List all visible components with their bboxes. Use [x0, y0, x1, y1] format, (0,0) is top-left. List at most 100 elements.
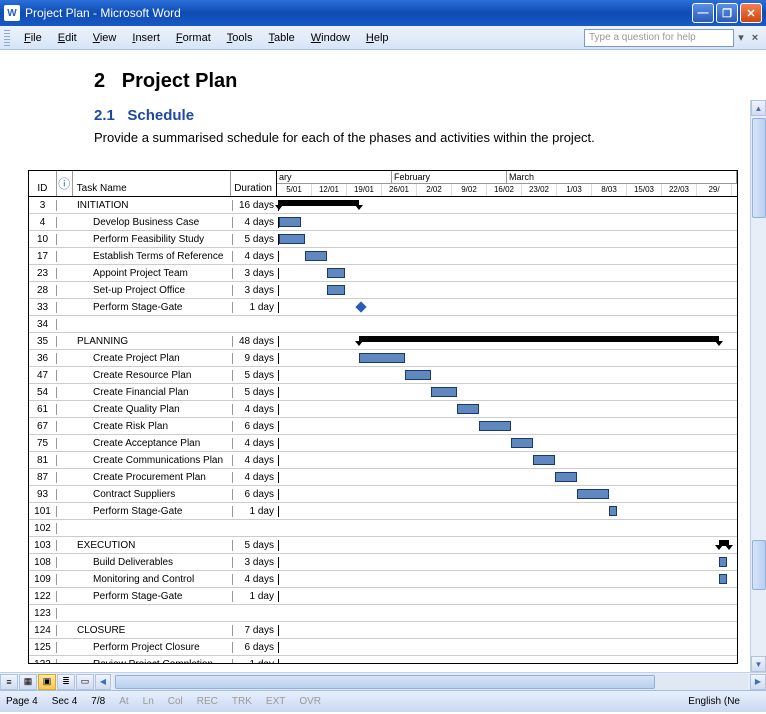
cell-id: 10 [29, 234, 57, 245]
scroll-up-button[interactable]: ▲ [751, 100, 766, 116]
cell-duration: 6 days [233, 642, 279, 653]
cell-id: 102 [29, 523, 57, 534]
cell-id: 33 [29, 302, 57, 313]
gantt-row: 122Perform Stage-Gate1 day [29, 588, 737, 605]
description-text: Provide a summarised schedule for each o… [94, 130, 766, 145]
gantt-row: 87Create Procurement Plan4 days [29, 469, 737, 486]
cell-id: 3 [29, 200, 57, 211]
gantt-row: 36Create Project Plan9 days [29, 350, 737, 367]
cell-bars [279, 622, 737, 638]
cell-task: INITIATION [73, 200, 233, 211]
cell-id: 122 [29, 591, 57, 602]
heading-1: 2 Project Plan [94, 70, 766, 93]
col-duration: Duration [231, 171, 277, 196]
menubar: FileEditViewInsertFormatToolsTableWindow… [0, 26, 766, 50]
menu-insert[interactable]: Insert [124, 29, 168, 47]
gantt-row: 109Monitoring and Control4 days [29, 571, 737, 588]
cell-duration: 1 day [233, 302, 279, 313]
view-outline-button[interactable]: ≣ [57, 674, 75, 690]
cell-task: Establish Terms of Reference [73, 251, 233, 262]
status-at: At [119, 696, 128, 707]
cell-id: 28 [29, 285, 57, 296]
cell-duration: 3 days [233, 557, 279, 568]
gantt-row: 101Perform Stage-Gate1 day [29, 503, 737, 520]
cell-task: Develop Business Case [73, 217, 233, 228]
gantt-row: 102 [29, 520, 737, 537]
gantt-row: 4Develop Business Case4 days [29, 214, 737, 231]
vscroll-thumb-split[interactable] [752, 540, 766, 590]
task-bar [609, 506, 617, 516]
gantt-row: 35PLANNING48 days [29, 333, 737, 350]
hscroll-track[interactable] [113, 674, 748, 690]
hscroll-right-button[interactable]: ▶ [750, 674, 766, 690]
scroll-down-button[interactable]: ▼ [751, 656, 766, 672]
day-header: 2/02 [417, 184, 452, 196]
view-web-button[interactable]: ▦ [19, 674, 37, 690]
titlebar: W Project Plan - Microsoft Word — ❐ ✕ [0, 0, 766, 26]
help-dropdown-icon[interactable]: ▾ [734, 31, 748, 44]
close-doc-button[interactable]: × [748, 32, 762, 44]
day-header: 1/03 [557, 184, 592, 196]
menu-view[interactable]: View [85, 29, 125, 47]
help-search-input[interactable]: Type a question for help [584, 29, 734, 47]
menu-table[interactable]: Table [260, 29, 302, 47]
gantt-row: 28Set-up Project Office3 days [29, 282, 737, 299]
view-normal-button[interactable]: ≡ [0, 674, 18, 690]
minimize-button[interactable]: — [692, 3, 714, 23]
view-print-button[interactable]: ▣ [38, 674, 56, 690]
task-bar [511, 438, 533, 448]
hscroll-left-button[interactable]: ◀ [95, 674, 111, 690]
vscroll-thumb[interactable] [752, 118, 766, 218]
cell-id: 17 [29, 251, 57, 262]
menu-help[interactable]: Help [358, 29, 397, 47]
gantt-chart: ID ⓘ Task Name Duration aryFebruaryMarch… [28, 170, 738, 664]
cell-id: 87 [29, 472, 57, 483]
cell-duration: 5 days [233, 387, 279, 398]
menu-window[interactable]: Window [303, 29, 358, 47]
cell-bars [279, 248, 737, 264]
gantt-row: 33 Perform Stage-Gate1 day [29, 299, 737, 316]
cell-bars [279, 282, 737, 298]
month-header: ary [277, 171, 392, 183]
menu-edit[interactable]: Edit [50, 29, 85, 47]
day-header: 12/01 [312, 184, 347, 196]
gantt-row: 54Create Financial Plan5 days [29, 384, 737, 401]
cell-task: Perform Stage-Gate [73, 302, 233, 313]
cell-bars [279, 503, 737, 519]
col-info-icon: ⓘ [57, 171, 73, 196]
maximize-button[interactable]: ❐ [716, 3, 738, 23]
cell-bars [279, 639, 737, 655]
cell-task: Set-up Project Office [73, 285, 233, 296]
day-header: 29/ [697, 184, 732, 196]
day-header: 22/03 [662, 184, 697, 196]
cell-duration: 6 days [233, 489, 279, 500]
cell-bars [279, 367, 737, 383]
close-button[interactable]: ✕ [740, 3, 762, 23]
cell-task: Perform Stage-Gate [73, 506, 233, 517]
cell-duration: 5 days [233, 540, 279, 551]
menu-format[interactable]: Format [168, 29, 219, 47]
month-header: February [392, 171, 507, 183]
cell-bars [279, 350, 737, 366]
cell-bars [279, 537, 737, 553]
view-reading-button[interactable]: ▭ [76, 674, 94, 690]
cell-bars [279, 333, 737, 349]
vertical-scrollbar[interactable]: ▲ ▼ [750, 100, 766, 672]
cell-bars [279, 418, 737, 434]
cell-task: Create Resource Plan [73, 370, 233, 381]
cell-task: Perform Feasibility Study [73, 234, 233, 245]
menu-file[interactable]: File [16, 29, 50, 47]
cell-bars [279, 554, 737, 570]
cell-id: 103 [29, 540, 57, 551]
cell-bars [279, 316, 737, 332]
gantt-row: 81Create Communications Plan4 days [29, 452, 737, 469]
toolbar-grip[interactable] [4, 30, 10, 46]
menu-tools[interactable]: Tools [219, 29, 261, 47]
gantt-row: 17Establish Terms of Reference4 days [29, 248, 737, 265]
hscroll-thumb[interactable] [115, 675, 655, 689]
gantt-row: 108Build Deliverables3 days [29, 554, 737, 571]
day-header: 16/02 [487, 184, 522, 196]
cell-task: Create Risk Plan [73, 421, 233, 432]
cell-bars [279, 435, 737, 451]
milestone-icon [355, 301, 366, 312]
